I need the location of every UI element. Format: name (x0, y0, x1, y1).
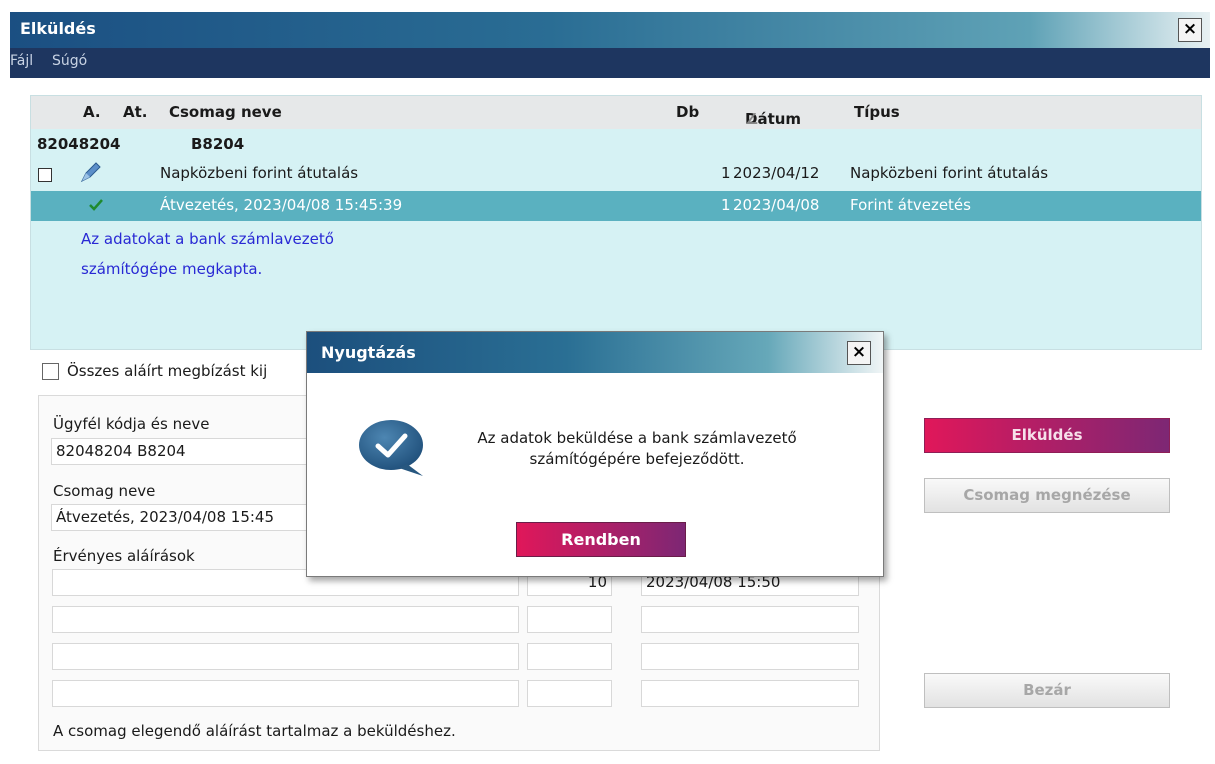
status-message-line2: számítógépe megkapta. (81, 260, 263, 278)
group-name: B8204 (191, 135, 245, 153)
status-message-line1: Az adatokat a bank számlavezető (81, 230, 334, 248)
column-header-package-name[interactable]: Csomag neve (169, 103, 282, 121)
row-date: 2023/04/12 (733, 164, 820, 182)
row-type: Forint átvezetés (850, 196, 971, 214)
window-title: Elküldés (20, 19, 96, 38)
dialog-title-bar: Nyugtázás × (307, 332, 883, 373)
signature-count-field[interactable] (527, 606, 612, 633)
signature-time-field[interactable] (641, 643, 859, 670)
row-date: 2023/04/08 (733, 196, 820, 214)
row-checkbox[interactable] (38, 168, 52, 182)
column-header-a[interactable]: A. (83, 103, 101, 121)
view-package-button[interactable]: Csomag megnézése (924, 478, 1170, 513)
window-title-bar: Elküldés × (10, 12, 1210, 48)
row-package-name: Átvezetés, 2023/04/08 15:45:39 (160, 196, 403, 214)
signature-time-field[interactable] (641, 606, 859, 633)
signatures-label: Érvényes aláírások (53, 547, 195, 565)
menu-bar: Fájl Súgó (10, 48, 1210, 78)
client-label: Ügyfél kódja és neve (53, 415, 210, 433)
close-button[interactable]: Bezár (924, 673, 1170, 708)
pen-icon (79, 160, 103, 184)
column-header-db[interactable]: Db (676, 103, 699, 121)
signature-name-field[interactable] (52, 606, 519, 633)
dialog-title: Nyugtázás (321, 343, 416, 362)
all-signed-checkbox[interactable] (42, 363, 59, 380)
signature-status-note: A csomag elegendő aláírást tartalmaz a b… (53, 722, 456, 740)
signature-count-field[interactable] (527, 643, 612, 670)
dialog-message-line1: Az adatok beküldése a bank számlavezető (477, 429, 797, 447)
row-type: Napközbeni forint átutalás (850, 164, 1049, 182)
menu-item-help[interactable]: Súgó (52, 53, 87, 69)
check-speech-bubble-icon (357, 418, 427, 480)
table-row-selected[interactable]: Átvezetés, 2023/04/08 15:45:39 1 2023/04… (31, 191, 1201, 221)
column-header-at[interactable]: At. (123, 103, 147, 121)
signature-count-field[interactable] (527, 680, 612, 707)
all-signed-checkbox-label: Összes aláírt megbízást kij (67, 362, 268, 380)
dialog-message-line2: számítógépére befejeződött. (529, 450, 745, 468)
ok-button[interactable]: Rendben (516, 522, 686, 557)
package-list[interactable]: A. At. Csomag neve Db Dátum ∠ Típus 8204… (30, 95, 1202, 350)
checkmark-icon (87, 196, 105, 214)
dialog-close-button[interactable]: × (847, 341, 871, 365)
row-db: 1 (721, 196, 731, 214)
signature-name-field[interactable] (52, 643, 519, 670)
row-package-name[interactable]: Napközbeni forint átutalás (160, 164, 358, 182)
dialog-message: Az adatok beküldése a bank számlavezető … (437, 428, 837, 470)
group-code: 82048204 (37, 135, 121, 153)
send-button[interactable]: Elküldés (924, 418, 1170, 453)
signature-time-field[interactable] (641, 680, 859, 707)
signature-name-field[interactable] (52, 680, 519, 707)
package-list-header: A. At. Csomag neve Db Dátum ∠ Típus (31, 96, 1201, 129)
window-close-button[interactable]: × (1178, 18, 1202, 42)
menu-item-file[interactable]: Fájl (10, 53, 33, 69)
sort-ascending-icon: ∠ (745, 110, 759, 128)
row-db: 1 (721, 164, 731, 182)
acknowledgement-dialog: Nyugtázás × Az adatok beküldése a bank s… (306, 331, 884, 577)
column-header-type[interactable]: Típus (854, 103, 900, 121)
package-name-label: Csomag neve (53, 482, 156, 500)
